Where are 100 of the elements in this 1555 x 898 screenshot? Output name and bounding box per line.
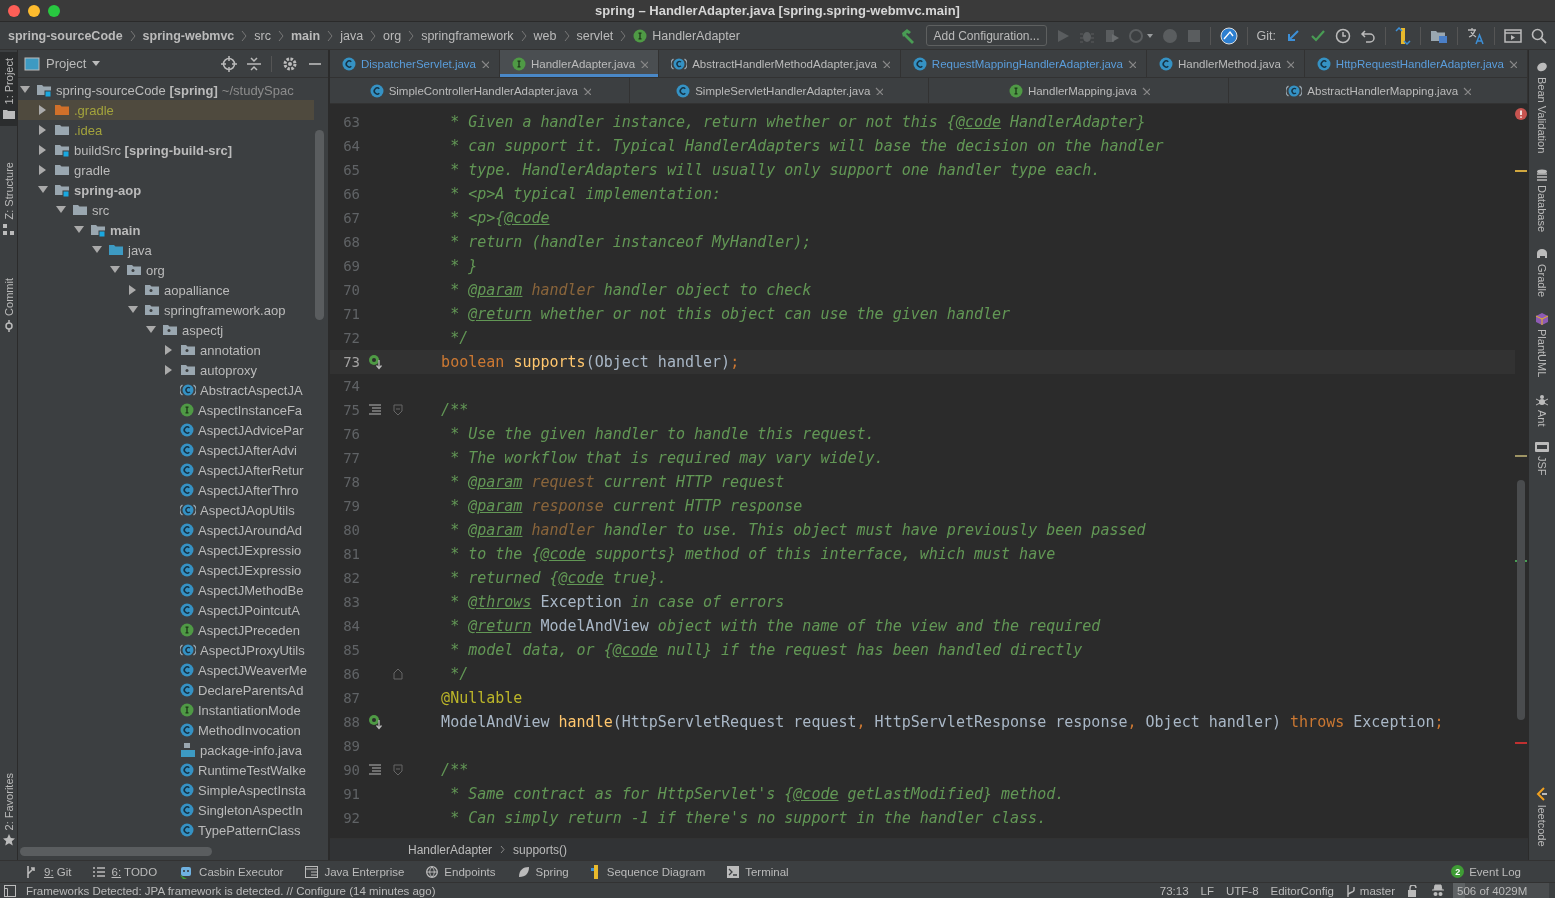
- tree-item[interactable]: gradle: [18, 160, 314, 180]
- tree-item[interactable]: AspectJPointcutA: [18, 600, 314, 620]
- scrollbar-thumb[interactable]: [1517, 480, 1525, 720]
- close-icon[interactable]: [1128, 59, 1136, 68]
- tree-item[interactable]: org: [18, 260, 314, 280]
- tree-item[interactable]: spring-aop: [18, 180, 314, 200]
- tree-item[interactable]: AspectJAroundAd: [18, 520, 314, 540]
- tool-window-button[interactable]: Terminal: [727, 865, 789, 878]
- tree-item[interactable]: AspectJAfterRetur: [18, 460, 314, 480]
- close-icon[interactable]: [1509, 59, 1517, 68]
- memory-indicator[interactable]: 506 of 4029M: [1453, 882, 1549, 898]
- tree-item[interactable]: buildSrc [spring-build-src]: [18, 140, 314, 160]
- close-icon[interactable]: [881, 59, 890, 68]
- tool-window-button[interactable]: PlantUML: [1535, 308, 1549, 383]
- lock-icon[interactable]: [1407, 884, 1419, 897]
- tree-item[interactable]: AspectJPreceden: [18, 620, 314, 640]
- tree-item[interactable]: AspectJMethodBe: [18, 580, 314, 600]
- fold-marker-icon[interactable]: [392, 668, 403, 680]
- triangle-down-icon[interactable]: [92, 245, 102, 255]
- tree-item[interactable]: SimpleAspectInsta: [18, 780, 314, 800]
- triangle-down-icon[interactable]: [56, 205, 66, 215]
- tool-window-button[interactable]: Java Enterprise: [305, 865, 405, 878]
- triangle-right-icon[interactable]: [164, 345, 174, 355]
- tool-window-button[interactable]: Bean Validation: [1535, 56, 1549, 159]
- tree-item[interactable]: .gradle: [18, 100, 314, 120]
- bars-icon[interactable]: [1395, 26, 1411, 45]
- translate-icon[interactable]: [1467, 26, 1485, 45]
- breadcrumb-item[interactable]: supports(): [513, 842, 568, 857]
- tool-window-button[interactable]: Gradle: [1535, 243, 1549, 303]
- tree-item[interactable]: AspectJExpressio: [18, 560, 314, 580]
- undo-icon[interactable]: [1360, 27, 1376, 44]
- tree-item[interactable]: InstantiationMode: [18, 700, 314, 720]
- zoom-button[interactable]: [48, 4, 60, 17]
- tree-item[interactable]: SingletonAspectIn: [18, 800, 314, 820]
- tree-item[interactable]: annotation: [18, 340, 314, 360]
- tool-window-button[interactable]: JSF: [1535, 437, 1549, 481]
- tree-item[interactable]: springframework.aop: [18, 300, 314, 320]
- breadcrumb-item[interactable]: org: [383, 28, 402, 43]
- fold-marker-icon[interactable]: [392, 764, 403, 776]
- tree-item[interactable]: autoproxy: [18, 360, 314, 380]
- tree-item[interactable]: AspectJProxyUtils: [18, 640, 314, 660]
- tool-window-button[interactable]: Sequence Diagram: [590, 864, 706, 879]
- triangle-down-icon[interactable]: [74, 225, 84, 235]
- breadcrumb-item[interactable]: java: [340, 28, 364, 43]
- search-icon[interactable]: [1531, 27, 1547, 44]
- tool-window-button[interactable]: Casbin Executor: [179, 864, 284, 879]
- rendered-doc-icon[interactable]: [369, 764, 381, 776]
- presentation-icon[interactable]: [1504, 27, 1522, 44]
- project-view-dropdown[interactable]: Project: [24, 56, 101, 71]
- triangle-down-icon[interactable]: [110, 265, 120, 275]
- tree-item[interactable]: DeclareParentsAd: [18, 680, 314, 700]
- tool-window-button[interactable]: Spring: [517, 865, 569, 878]
- add-configuration-button[interactable]: Add Configuration...: [926, 25, 1047, 46]
- tree-item[interactable]: AspectJExpressio: [18, 540, 314, 560]
- panel-toggle-icon[interactable]: [4, 884, 16, 897]
- breadcrumb-item[interactable]: HandlerAdapter: [408, 842, 493, 857]
- breadcrumb-item[interactable]: spring-sourceCode: [8, 28, 123, 43]
- triangle-right-icon[interactable]: [38, 105, 48, 115]
- triangle-down-icon[interactable]: [20, 85, 30, 95]
- triangle-down-icon[interactable]: [38, 185, 48, 195]
- browser-icon[interactable]: [1219, 26, 1238, 45]
- scrollbar-thumb[interactable]: [315, 130, 324, 320]
- tool-window-button[interactable]: Ant: [1535, 388, 1549, 432]
- close-icon[interactable]: [1463, 86, 1472, 95]
- tree-item[interactable]: .idea: [18, 120, 314, 140]
- git-branch[interactable]: master: [1345, 884, 1395, 897]
- triangle-right-icon[interactable]: [38, 145, 48, 155]
- tree-item[interactable]: AbstractAspectJA: [18, 380, 314, 400]
- close-icon[interactable]: [481, 59, 490, 68]
- tree-item[interactable]: aopalliance: [18, 280, 314, 300]
- triangle-right-icon[interactable]: [128, 285, 138, 295]
- tool-window-button[interactable]: 2: Favorites: [0, 766, 17, 852]
- tree-item[interactable]: spring-sourceCode [spring] ~/studySpac: [18, 80, 314, 100]
- tree-item[interactable]: TypePatternClass: [18, 820, 314, 840]
- breadcrumb-item[interactable]: src: [254, 28, 271, 43]
- triangle-right-icon[interactable]: [38, 125, 48, 135]
- tree-item[interactable]: src: [18, 200, 314, 220]
- tool-window-button[interactable]: Database: [1535, 164, 1549, 238]
- minimize-button[interactable]: [28, 4, 40, 17]
- tree-item[interactable]: AspectJAfterThro: [18, 480, 314, 500]
- scrollbar-thumb[interactable]: [20, 847, 212, 856]
- implementation-marker-icon[interactable]: [368, 714, 382, 730]
- inspector-icon[interactable]: [1431, 883, 1445, 898]
- tool-window-button[interactable]: leetcode: [1536, 782, 1548, 852]
- close-icon[interactable]: [640, 59, 649, 68]
- settings-icon[interactable]: [282, 55, 298, 72]
- triangle-down-icon[interactable]: [128, 305, 138, 315]
- tree-item[interactable]: AspectJAopUtils: [18, 500, 314, 520]
- triangle-down-icon[interactable]: [146, 325, 156, 335]
- tree-item[interactable]: RuntimeTestWalke: [18, 760, 314, 780]
- breadcrumb-item[interactable]: springframework: [421, 28, 514, 43]
- triangle-right-icon[interactable]: [38, 165, 48, 175]
- locate-icon[interactable]: [221, 55, 237, 72]
- tool-window-button[interactable]: Commit: [0, 271, 17, 338]
- implementation-marker-icon[interactable]: [368, 354, 382, 370]
- line-separator[interactable]: LF: [1200, 884, 1214, 897]
- arrow-down-left-icon[interactable]: [1285, 27, 1301, 44]
- profile-icon[interactable]: [1128, 27, 1153, 44]
- breadcrumb-item[interactable]: HandlerAdapter: [633, 28, 740, 43]
- caret-position[interactable]: 73:13: [1159, 884, 1189, 897]
